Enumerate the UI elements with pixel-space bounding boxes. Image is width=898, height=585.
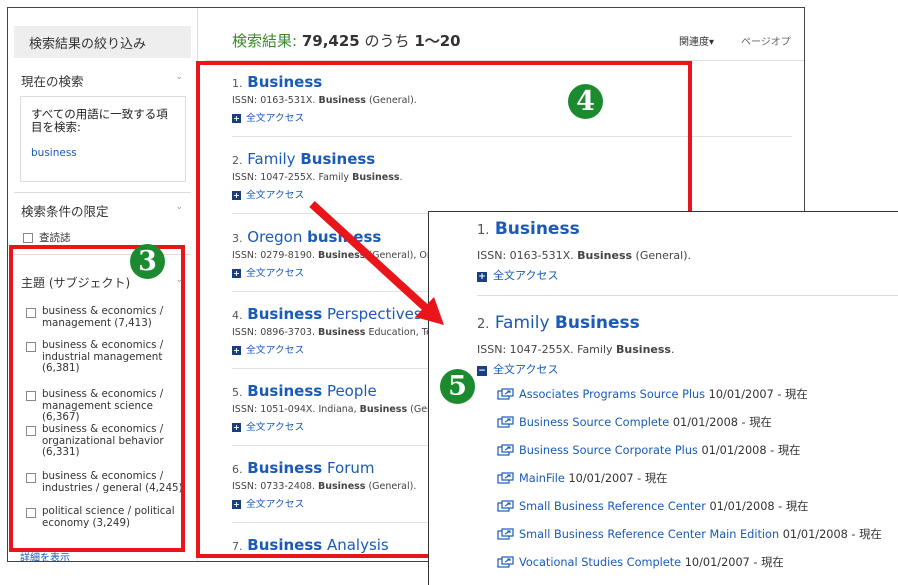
sidebar-title: 検索結果の絞り込み [14,26,191,58]
current-search-term[interactable]: business [31,147,175,159]
result-number: 1. [477,223,490,238]
badge-five: 5 [440,369,475,404]
sort-dropdown[interactable]: 関連度▾ [679,33,714,48]
meta-text: . [670,343,675,356]
results-count: 79,425 [301,32,360,50]
database-name: Small Business Reference Center [519,500,706,513]
full-text-label: 全文アクセス [493,363,559,376]
full-text-access-link[interactable]: + 全文アクセス [477,267,558,283]
result-number: 2. [477,317,490,332]
meta-bold: Business [616,343,671,356]
external-link-icon [497,472,514,484]
database-link[interactable]: Vocational Studies Complete 10/01/2007 -… [497,554,784,570]
database-name: MainFile [519,472,565,485]
full-text-access-link[interactable]: − 全文アクセス [477,361,558,377]
subject-highlight-box [9,245,185,552]
database-dates: 10/01/2007 - 現在 [681,556,784,569]
meta-text: (General). [632,249,691,262]
database-dates: 01/01/2008 - 現在 [705,500,809,513]
current-search-heading[interactable]: 現在の検索 [21,71,84,90]
external-link-icon [497,556,514,568]
database-dates: 10/01/2007 - 現在 [564,472,668,485]
divider [14,192,191,193]
database-dates: 10/01/2007 - 現在 [705,388,808,401]
meta-text: ISSN: 1047-255X. Family [477,343,617,356]
limit-heading[interactable]: 検索条件の限定 [21,201,109,220]
current-search-label: すべての用語に一致する項目を検索: [31,107,168,134]
database-link[interactable]: Small Business Reference Center Main Edi… [497,526,882,542]
database-dates: 01/01/2008 - 現在 [779,528,882,541]
external-link-icon [497,444,514,456]
divider [477,295,898,296]
chevron-down-icon[interactable]: ⌄ [175,72,183,82]
database-name: Small Business Reference Center Main Edi… [519,528,780,541]
external-link-icon [497,388,514,400]
database-name: Vocational Studies Complete [519,556,682,569]
database-name: Associates Programs Source Plus [519,388,706,401]
results-header: 検索結果: 79,425 のうち 1〜20 [232,30,461,51]
zoom-result-title[interactable]: 2. Family Business [477,313,640,333]
database-link[interactable]: MainFile 10/01/2007 - 現在 [497,470,667,486]
zoomed-detail-panel: 1. Business ISSN: 0163-531X. Business (G… [428,211,898,585]
badge-three: 3 [130,244,165,279]
checkbox-icon[interactable] [23,233,33,243]
title-text: Family [494,313,555,333]
external-link-icon [497,528,514,540]
database-link[interactable]: Small Business Reference Center 01/01/20… [497,498,808,514]
zoom-result-title[interactable]: 1. Business [477,219,580,239]
zoom-result-meta: ISSN: 0163-531X. Business (General). [477,249,691,262]
meta-text: ISSN: 0163-531X. [477,249,578,262]
database-link[interactable]: Business Source Complete 01/01/2008 - 現在 [497,414,772,430]
meta-bold: Business [577,249,633,262]
full-text-label: 全文アクセス [493,269,559,282]
badge-four: 4 [568,84,603,119]
collapse-minus-icon[interactable]: − [477,366,487,376]
database-dates: 01/01/2008 - 現在 [669,416,772,429]
page-options-dropdown[interactable]: ページオプ [741,33,791,48]
expand-plus-icon[interactable]: + [477,272,487,282]
database-name: Business Source Complete [519,416,670,429]
database-link[interactable]: Associates Programs Source Plus 10/01/20… [497,386,808,402]
peer-reviewed-label: 查読誌 [39,232,71,244]
results-range: 1〜20 [414,32,461,50]
title-bold: Business [494,219,580,239]
current-search-box: すべての用語に一致する項目を検索: business [20,96,186,182]
external-link-icon [497,500,514,512]
title-bold: Business [554,313,640,333]
database-link[interactable]: Business Source Corporate Plus 01/01/200… [497,442,800,458]
results-label: 検索結果: [232,32,298,50]
results-of: のうち [364,32,410,50]
zoom-result-meta: ISSN: 1047-255X. Family Business. [477,343,674,356]
external-link-icon [497,416,514,428]
database-name: Business Source Corporate Plus [519,444,698,457]
peer-reviewed-checkbox[interactable]: 查読誌 [23,230,71,245]
database-dates: 01/01/2008 - 現在 [697,444,801,457]
chevron-down-icon[interactable]: ⌄ [175,202,183,212]
